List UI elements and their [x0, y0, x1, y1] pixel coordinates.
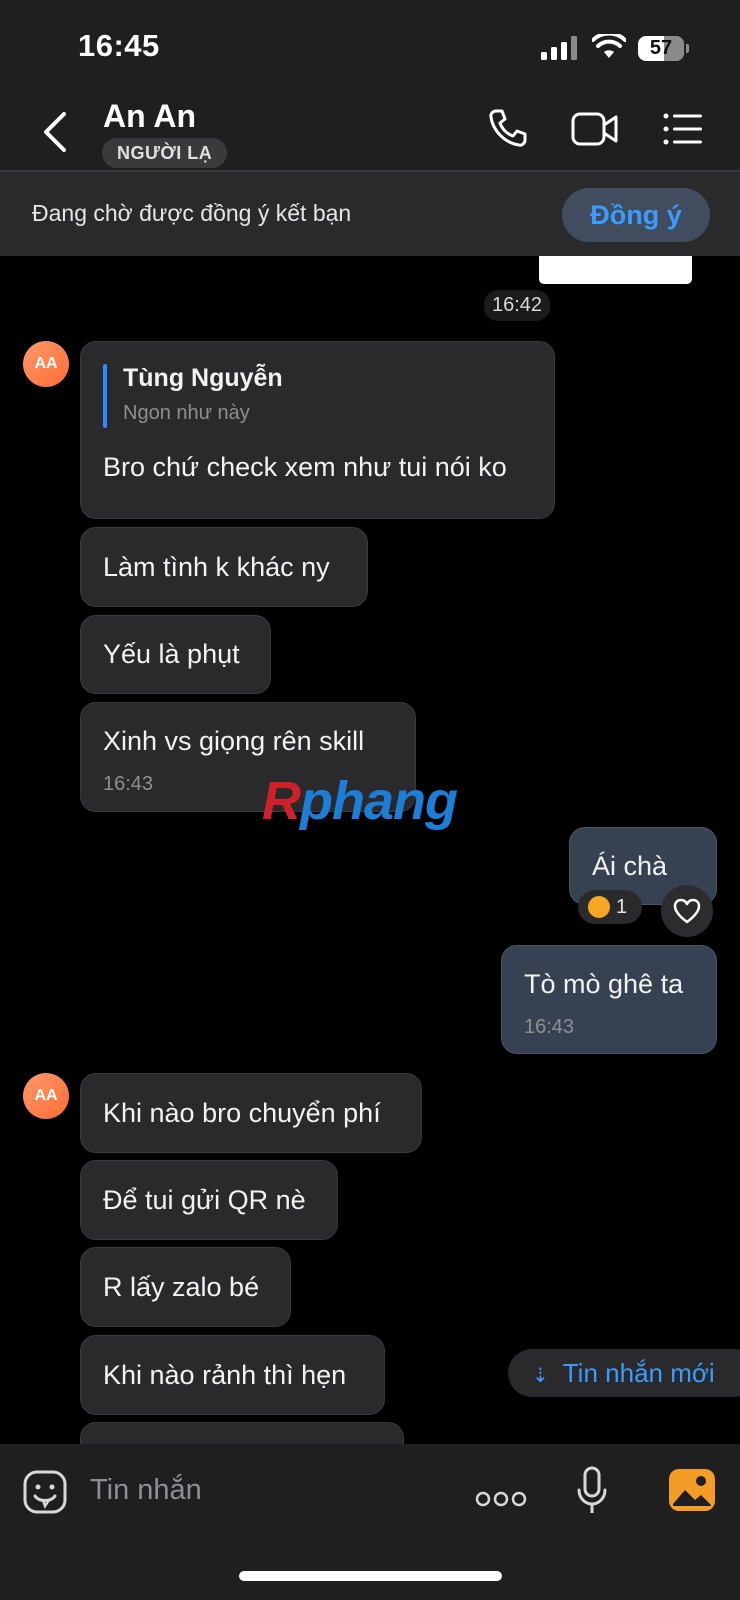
top-bar: 16:45 57 An An NGƯỜI LẠ [0, 0, 740, 170]
wifi-icon [592, 34, 626, 58]
phone-call-icon[interactable] [488, 108, 528, 148]
message-text: Bro chứ check xem như tui nói ko [103, 452, 507, 482]
contact-name[interactable]: An An [103, 98, 196, 135]
menu-list-icon[interactable] [663, 112, 703, 146]
heart-icon [673, 898, 701, 924]
reaction-count: 1 [616, 896, 628, 918]
microphone-icon[interactable] [576, 1466, 608, 1516]
message-text: Ái chà [592, 851, 668, 881]
double-chevron-down-icon: ⇣ [532, 1365, 549, 1387]
incoming-message-bubble[interactable]: Để tui gửi QR nè [80, 1160, 338, 1240]
battery-level: 57 [649, 37, 673, 59]
incoming-message-bubble[interactable]: Làm tình k khác ny [80, 527, 368, 607]
outgoing-message-bubble[interactable]: Tò mò ghê ta 16:43 [501, 945, 717, 1054]
watermark-logo: Rphang [262, 770, 458, 832]
message-text: Để tui gửi QR nè [103, 1185, 306, 1215]
accept-friend-button[interactable]: Đồng ý [562, 188, 710, 242]
incoming-message-bubble[interactable]: Yếu là phụt [80, 615, 271, 694]
back-arrow-icon[interactable] [40, 110, 70, 154]
status-time: 16:45 [78, 28, 160, 63]
reaction-badge[interactable]: 1 [578, 890, 642, 924]
watermark-rest: phang [300, 771, 458, 831]
message-text: Khi nào bro chuyển phí [103, 1098, 381, 1128]
incoming-message-bubble[interactable]: R lấy zalo bé [80, 1247, 291, 1327]
message-text: Làm tình k khác ny [103, 552, 330, 582]
image-message-fragment[interactable] [539, 256, 692, 284]
friend-request-bar: Đang chờ được đồng ý kết bạn Đồng ý [0, 172, 740, 256]
gallery-image-icon[interactable] [668, 1468, 716, 1512]
message-time: 16:43 [103, 773, 154, 795]
new-messages-label: Tin nhắn mới [562, 1358, 715, 1388]
watermark-r: R [262, 771, 301, 831]
video-call-icon[interactable] [571, 112, 619, 146]
home-indicator [239, 1571, 502, 1581]
quoted-author: Tùng Nguyễn [123, 364, 283, 392]
quote-bar [103, 364, 107, 428]
battery-tip [686, 44, 689, 53]
avatar[interactable]: AA [23, 1073, 69, 1119]
more-options-icon[interactable] [475, 1491, 527, 1507]
reply-message-bubble[interactable]: Tùng Nguyễn Ngon như này Bro chứ check x… [80, 341, 555, 519]
message-text: Xinh vs giọng rên skill [103, 726, 365, 756]
react-heart-button[interactable] [661, 885, 713, 937]
new-messages-button[interactable]: ⇣ Tin nhắn mới [508, 1349, 740, 1397]
cellular-signal-icon [541, 36, 577, 60]
message-text: Yếu là phụt [103, 639, 240, 669]
laughing-emoji-icon [588, 896, 610, 918]
time-separator: 16:42 [484, 290, 551, 321]
quoted-text: Ngon như này [123, 402, 250, 424]
friend-request-text: Đang chờ được đồng ý kết bạn [32, 200, 352, 226]
message-text: Khi nào rảnh thì hẹn [103, 1360, 347, 1390]
sticker-emoji-icon[interactable] [23, 1470, 67, 1514]
incoming-message-bubble[interactable]: Khi nào bro chuyển phí [80, 1073, 422, 1153]
message-text: Tò mò ghê ta [524, 969, 684, 999]
incoming-message-bubble[interactable]: Khi nào rảnh thì hẹn [80, 1335, 385, 1415]
message-input[interactable]: Tin nhắn [90, 1474, 202, 1507]
stranger-badge: NGƯỜI LẠ [102, 138, 228, 168]
message-time: 16:43 [524, 1016, 575, 1038]
battery-icon: 57 [638, 36, 684, 61]
message-text: R lấy zalo bé [103, 1272, 260, 1302]
avatar[interactable]: AA [23, 341, 69, 387]
